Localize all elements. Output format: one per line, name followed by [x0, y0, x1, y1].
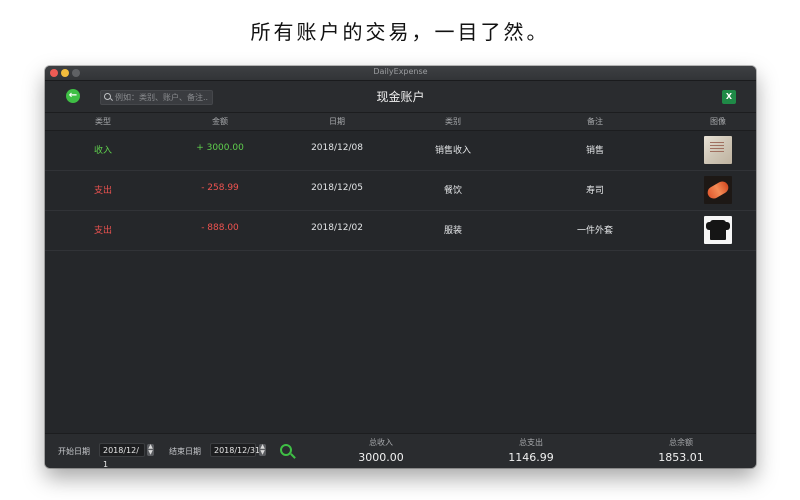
- row-category: 销售收入: [434, 146, 471, 156]
- start-date-label: 开始日期: [58, 447, 90, 456]
- end-date-label: 结束日期: [169, 447, 201, 456]
- jacket-thumbnail[interactable]: [704, 216, 732, 244]
- total-expense-label: 总支出: [519, 438, 543, 447]
- row-category: 餐饮: [443, 186, 462, 196]
- sushi-thumbnail[interactable]: [704, 176, 732, 204]
- total-income-value: 3000.00: [358, 451, 404, 464]
- summary-footer: 开始日期 2018/12/ 1 ▲ ▼ 结束日期 2018/12/31 ▲ ▼ 总收…: [45, 433, 756, 468]
- window-titlebar: DailyExpense: [45, 66, 756, 81]
- window-title: DailyExpense: [373, 67, 428, 76]
- column-header-note[interactable]: 备注: [555, 116, 635, 127]
- start-date-stepper[interactable]: ▲ ▼: [147, 444, 154, 456]
- total-balance-label: 总余额: [669, 438, 693, 447]
- row-type: 支出: [93, 186, 112, 196]
- end-date-field[interactable]: 2018/12/31: [210, 443, 260, 457]
- search-icon[interactable]: [280, 444, 292, 456]
- start-date-field[interactable]: 2018/12/ 1: [99, 443, 145, 468]
- column-header-date[interactable]: 日期: [297, 116, 377, 127]
- row-date: 2018/12/08: [311, 143, 363, 153]
- table-row[interactable]: 收入 + 3000.00 2018/12/08 销售收入 销售: [45, 130, 756, 171]
- excel-export-icon[interactable]: X: [722, 90, 736, 104]
- table-row[interactable]: 支出 - 258.99 2018/12/05 餐饮 寿司: [45, 170, 756, 211]
- row-type: 支出: [93, 226, 112, 236]
- row-note: 一件外套: [576, 226, 613, 236]
- total-income-label: 总收入: [369, 438, 393, 447]
- row-date: 2018/12/05: [311, 183, 363, 193]
- receipt-thumbnail[interactable]: [704, 136, 732, 164]
- total-expense-value: 1146.99: [508, 451, 554, 464]
- row-note: 销售: [585, 146, 604, 156]
- column-header-image[interactable]: 图像: [697, 116, 739, 127]
- end-date-stepper[interactable]: ▲ ▼: [259, 444, 266, 456]
- row-category: 服装: [443, 226, 462, 236]
- total-balance-value: 1853.01: [658, 451, 704, 464]
- row-amount: - 888.00: [201, 223, 239, 233]
- row-note: 寿司: [585, 186, 604, 196]
- app-window: DailyExpense ← 现金账户 X 类型 金额 日期 类别 备注 图像 …: [45, 66, 756, 468]
- table-header: 类型 金额 日期 类别 备注 图像: [45, 112, 756, 131]
- row-date: 2018/12/02: [311, 223, 363, 233]
- row-type: 收入: [93, 146, 112, 156]
- column-header-amount[interactable]: 金额: [180, 116, 260, 127]
- column-header-type[interactable]: 类型: [75, 116, 131, 127]
- page-title: 现金账户: [376, 90, 425, 104]
- row-amount: + 3000.00: [196, 143, 244, 153]
- row-amount: - 258.99: [201, 183, 239, 193]
- toolbar: ← 现金账户 X: [45, 81, 756, 112]
- promo-headline: 所有账户的交易，一目了然。: [250, 20, 550, 44]
- column-header-category[interactable]: 类别: [413, 116, 493, 127]
- table-row[interactable]: 支出 - 888.00 2018/12/02 服装 一件外套: [45, 210, 756, 251]
